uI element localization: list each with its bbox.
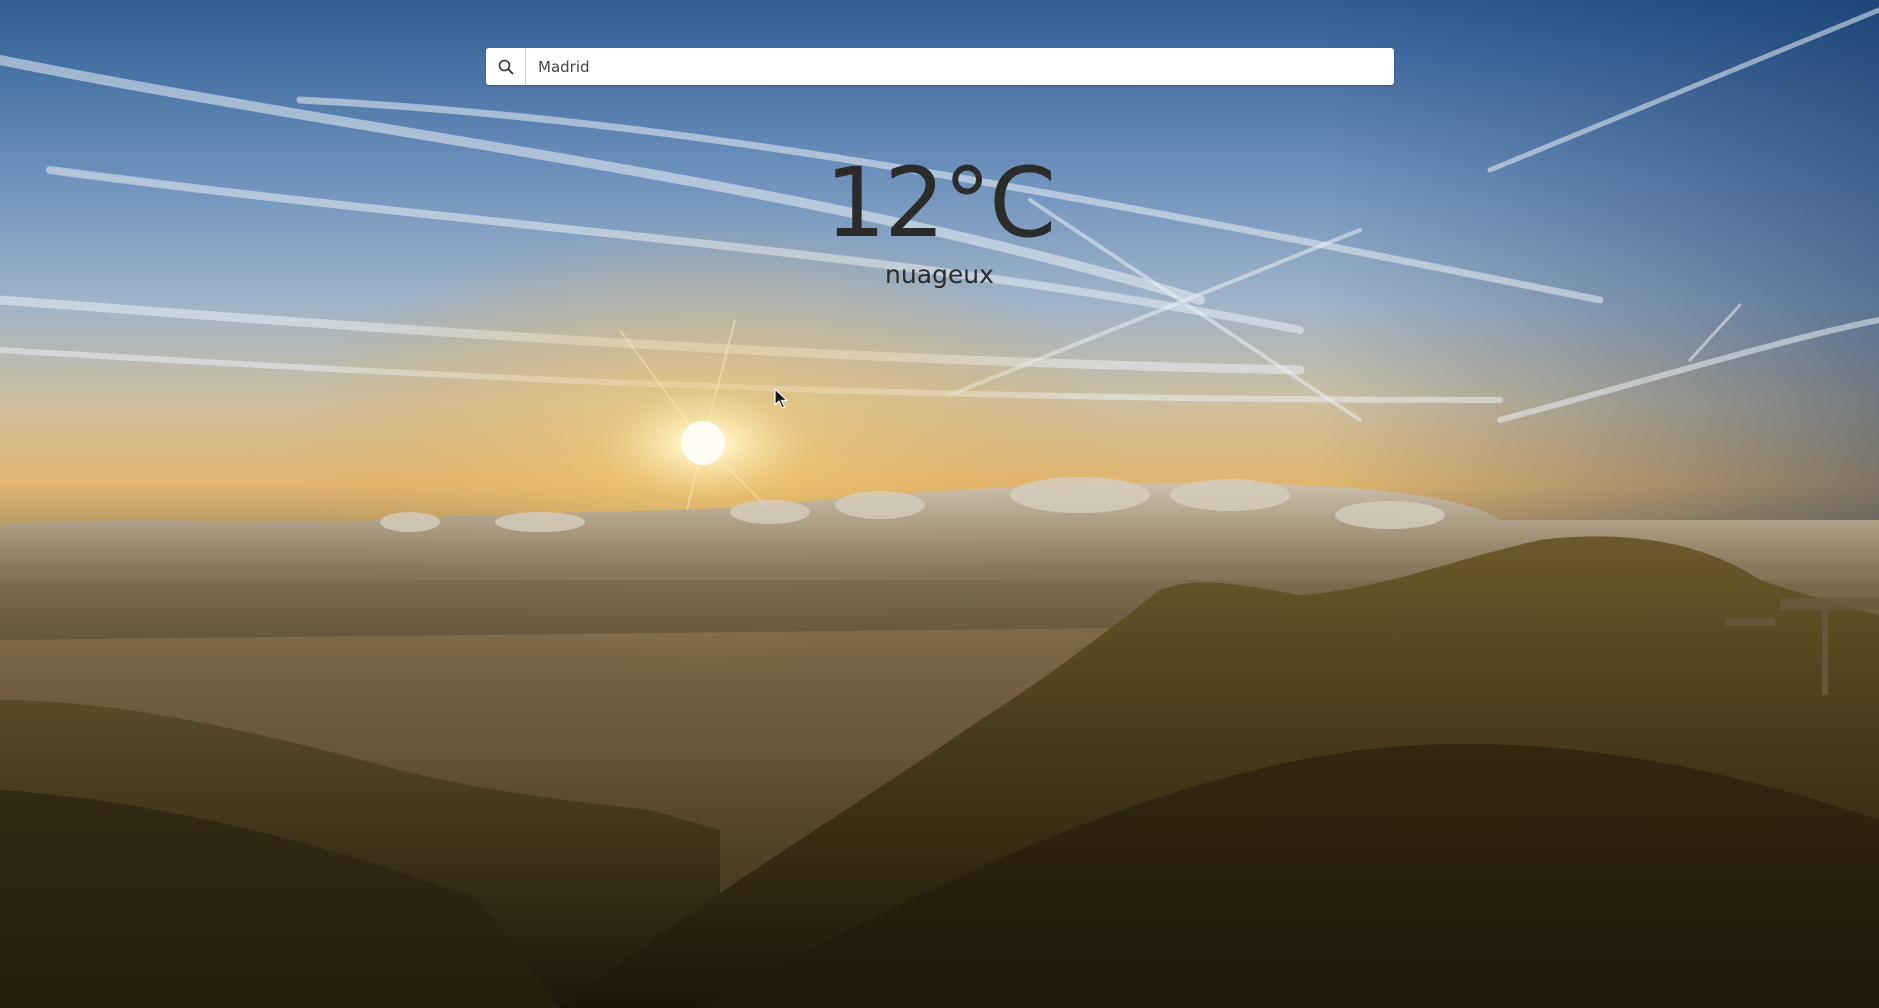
search-button[interactable] [486,48,526,85]
mouse-cursor-icon [774,388,788,409]
city-search-input[interactable] [526,48,1394,85]
temperature-value: 12°C [824,147,1056,259]
city-search-bar [486,48,1394,85]
search-icon [498,59,513,74]
weather-description: nuageux [885,260,994,289]
weather-display: 12°C nuageux [0,148,1879,290]
weather-app: 12°C nuageux [0,0,1879,1008]
